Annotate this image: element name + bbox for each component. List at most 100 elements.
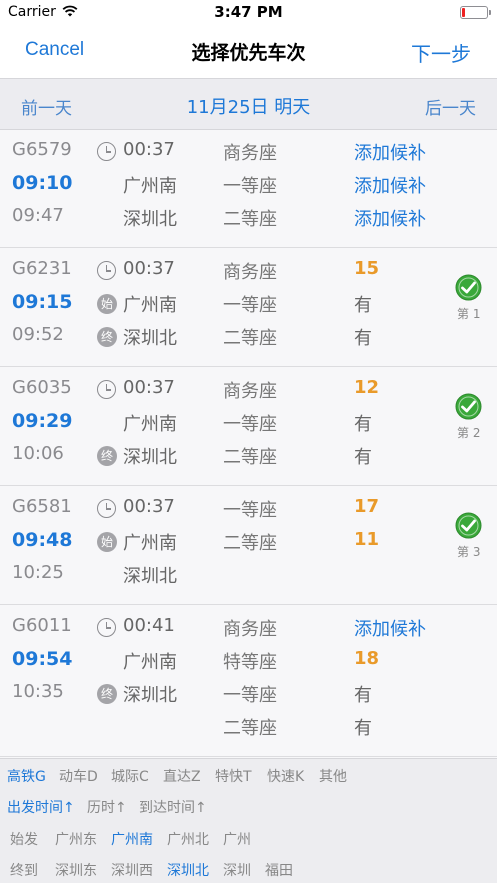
seat-availability: 有 [354, 328, 372, 349]
add-waitlist-button[interactable]: 添加候补 [354, 172, 426, 198]
destination-station-option[interactable]: 深圳北 [167, 860, 209, 880]
train-code: G6231 [12, 258, 72, 279]
priority-rank: 第 3 [457, 545, 481, 559]
next-step-button[interactable]: 下一步 [411, 38, 471, 67]
seat-availability: 18 [354, 648, 380, 669]
arrival-time: 10:35 [12, 681, 64, 702]
train-row[interactable]: G6035 09:29 10:06 00:37 终广州南 深圳北 商务座 12 一等座有二等座有… [0, 368, 497, 486]
train-code: G6579 [12, 139, 72, 160]
train-type-option[interactable]: 其他 [319, 766, 347, 786]
seat-availability: 15 [354, 258, 380, 279]
from-station: 广州南 [123, 533, 177, 554]
status-bar: Carrier 3:47 PM [0, 0, 497, 26]
train-code: G6011 [12, 615, 72, 636]
origin-filter-row: 始发 广州东 广州南 广州北 广州 [0, 825, 497, 849]
duration: 00:37 [123, 258, 175, 279]
sort-option[interactable]: 历时↑ [87, 797, 127, 817]
seat-type: 二等座 [223, 328, 277, 349]
train-code: G6035 [12, 377, 72, 398]
from-station: 广州南 [123, 176, 177, 197]
clock-icon [97, 142, 116, 161]
train-type-option[interactable]: 直达Z [163, 766, 201, 786]
train-type-option[interactable]: 城际C [111, 766, 149, 786]
filter-row-label: 终到 [10, 863, 38, 879]
seat-type: 一等座 [223, 500, 277, 521]
nav-bar: Cancel 选择优先车次 下一步 [0, 26, 497, 78]
sort-filter-row: 出发时间↑ 历时↑ 到达时间↑ [0, 793, 497, 817]
seat-type: 一等座 [223, 176, 277, 197]
departure-time: 09:29 [12, 410, 73, 432]
next-day-button[interactable]: 后一天 [425, 94, 476, 119]
from-station: 广州南 [123, 652, 177, 673]
destination-filter-row: 终到 深圳东 深圳西 深圳北 深圳 福田 [0, 856, 497, 880]
seat-type: 商务座 [223, 143, 277, 164]
departure-time: 09:10 [12, 172, 73, 194]
destination-station-option[interactable]: 深圳西 [111, 860, 153, 880]
train-type-option[interactable]: 快速K [267, 766, 304, 786]
status-time: 3:47 PM [214, 3, 283, 21]
destination-station-option[interactable]: 深圳 [223, 860, 251, 880]
departure-time: 09:54 [12, 648, 73, 670]
seat-availability: 有 [354, 295, 372, 316]
train-row[interactable]: G6231 09:15 09:52 00:37 始终广州南 深圳北 商务座 15 一等座有二等座… [0, 249, 497, 367]
add-waitlist-button[interactable]: 添加候补 [354, 615, 426, 641]
seat-type: 商务座 [223, 381, 277, 402]
origin-station-option[interactable]: 广州 [223, 829, 251, 849]
seat-type: 商务座 [223, 619, 277, 640]
priority-rank: 第 2 [457, 426, 481, 440]
terminal-badge-icon: 终 [97, 446, 117, 466]
train-row[interactable]: G6579 09:10 09:47 00:37 广州南 深圳北 商务座 添加候补 一等座 添加候补… [0, 130, 497, 248]
seat-type: 二等座 [223, 718, 277, 739]
filter-panel: 高铁G 动车D 城际C 直达Z 特快T 快速K 其他 出发时间↑ 历时↑ 到达时间↑ 始发 广州东… [0, 758, 497, 883]
to-station: 深圳北 [123, 447, 177, 468]
priority-rank: 第 1 [457, 307, 481, 321]
train-type-filter-row: 高铁G 动车D 城际C 直达Z 特快T 快速K 其他 [0, 762, 497, 786]
seat-type: 二等座 [223, 447, 277, 468]
seat-availability: 17 [354, 496, 380, 517]
filter-row-label: 始发 [10, 832, 38, 848]
train-list[interactable]: G6579 09:10 09:47 00:37 广州南 深圳北 商务座 添加候补 一等座 添加候补… [0, 130, 497, 758]
add-waitlist-button[interactable]: 添加候补 [354, 139, 426, 165]
battery-icon [460, 6, 491, 19]
train-row[interactable]: G6581 09:48 10:25 00:37 始广州南 深圳北 一等座 17 二等座 11 第 3 [0, 487, 497, 605]
duration: 00:37 [123, 377, 175, 398]
seat-type: 二等座 [223, 533, 277, 554]
seat-type: 特等座 [223, 652, 277, 673]
check-circle-icon [455, 274, 482, 301]
train-type-option[interactable]: 高铁G [7, 766, 46, 786]
arrival-time: 10:06 [12, 443, 64, 464]
seat-type: 一等座 [223, 685, 277, 706]
from-station: 广州南 [123, 414, 177, 435]
seat-availability: 12 [354, 377, 380, 398]
sort-option[interactable]: 到达时间↑ [139, 797, 207, 817]
origin-station-option[interactable]: 广州东 [55, 829, 97, 849]
seat-availability: 11 [354, 529, 380, 550]
clock-icon [97, 499, 116, 518]
seat-availability: 有 [354, 718, 372, 739]
origin-station-option[interactable]: 广州北 [167, 829, 209, 849]
seat-type: 商务座 [223, 262, 277, 283]
to-station: 深圳北 [123, 209, 177, 230]
train-type-option[interactable]: 动车D [59, 766, 98, 786]
duration: 00:41 [123, 615, 175, 636]
check-circle-icon [455, 512, 482, 539]
seat-availability: 有 [354, 685, 372, 706]
clock-icon [97, 261, 116, 280]
sort-option[interactable]: 出发时间↑ [7, 797, 75, 817]
arrival-time: 09:52 [12, 324, 64, 345]
train-row[interactable]: G6011 09:54 10:35 00:41 终广州南 深圳北 商务座 添加候补 特等座 18 一… [0, 606, 497, 757]
arrival-time: 10:25 [12, 562, 64, 583]
destination-station-option[interactable]: 福田 [265, 860, 293, 880]
origin-station-option[interactable]: 广州南 [111, 829, 153, 849]
date-bar: 前一天 11月25日 明天 后一天 [0, 78, 497, 130]
train-type-option[interactable]: 特快T [215, 766, 252, 786]
origin-badge-icon: 始 [97, 532, 117, 552]
to-station: 深圳北 [123, 328, 177, 349]
current-date[interactable]: 11月25日 明天 [0, 93, 497, 119]
duration: 00:37 [123, 496, 175, 517]
add-waitlist-button[interactable]: 添加候补 [354, 205, 426, 231]
clock-icon [97, 380, 116, 399]
seat-type: 一等座 [223, 295, 277, 316]
departure-time: 09:15 [12, 291, 73, 313]
destination-station-option[interactable]: 深圳东 [55, 860, 97, 880]
